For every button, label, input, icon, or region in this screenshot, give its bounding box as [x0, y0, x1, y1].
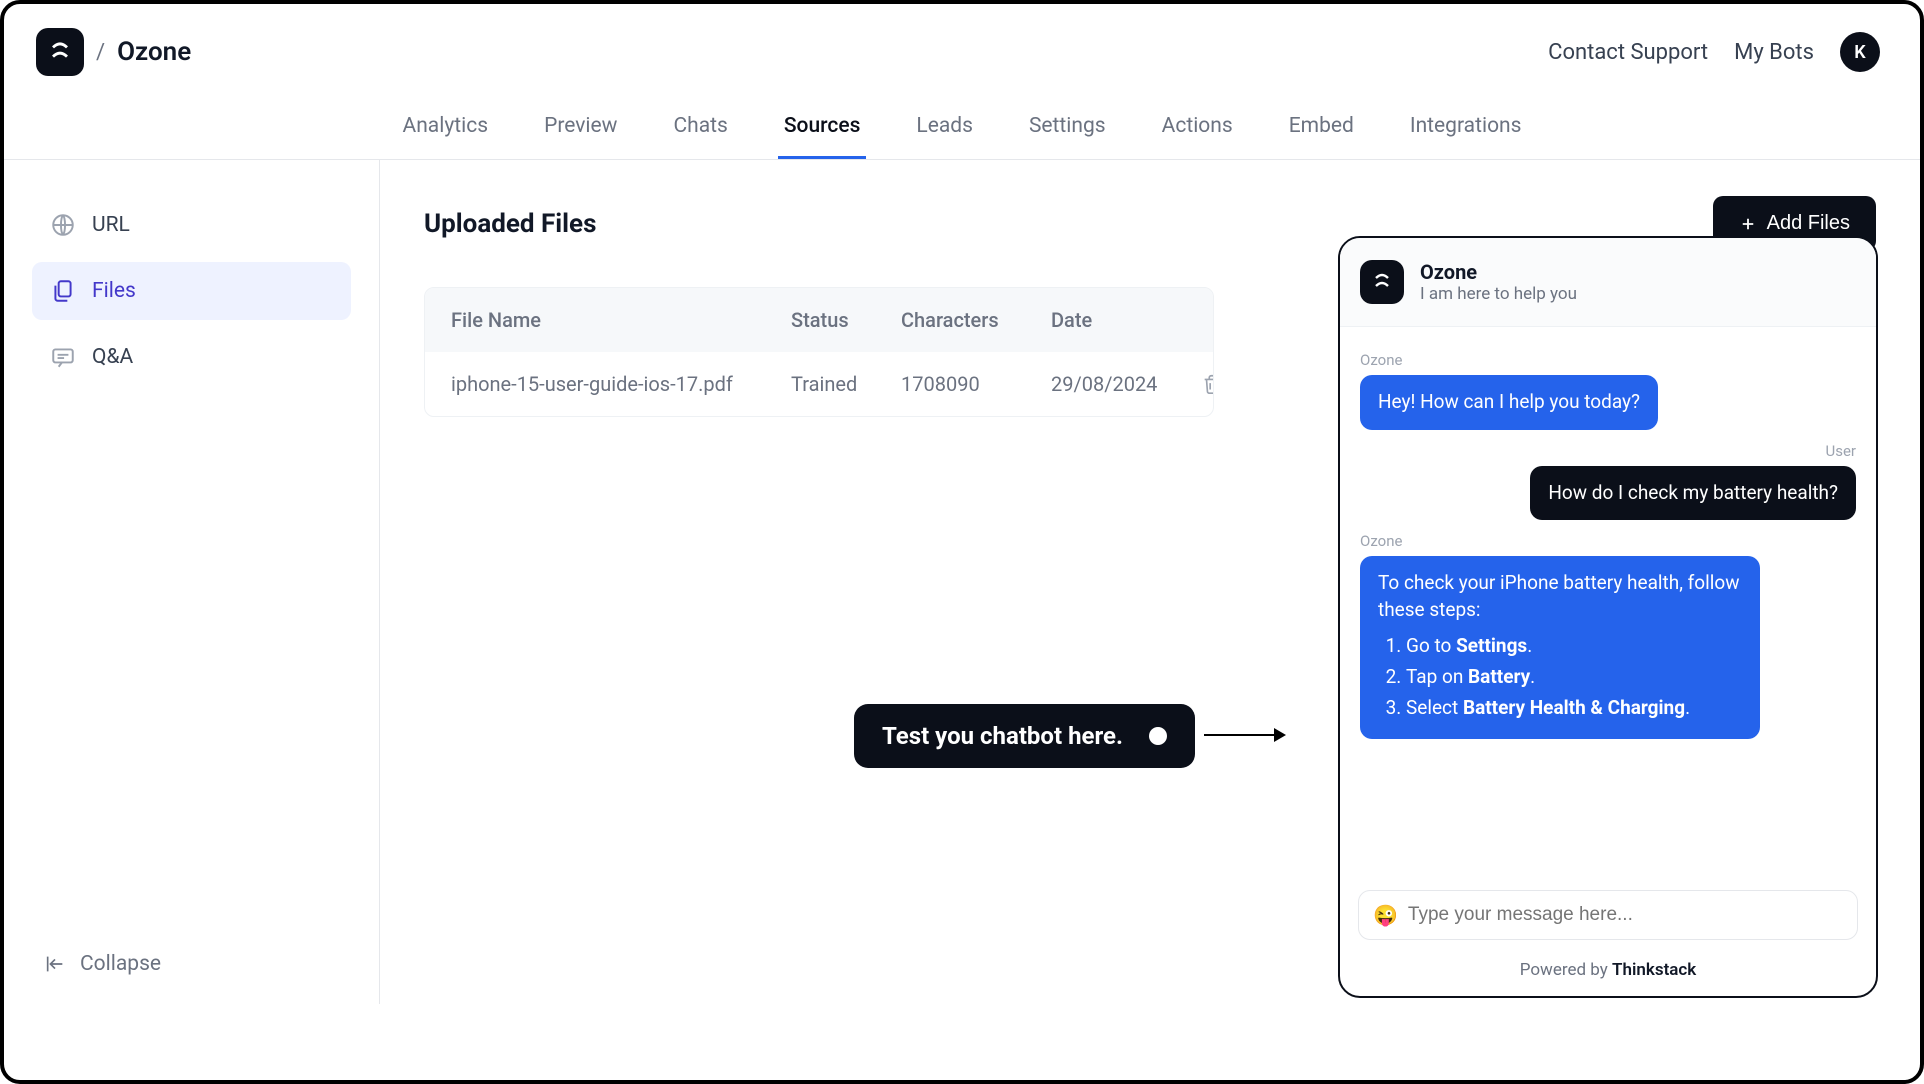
- col-characters: Characters: [901, 308, 1051, 332]
- table-header: File Name Status Characters Date: [425, 288, 1213, 352]
- tutorial-callout: Test you chatbot here.: [854, 704, 1195, 768]
- chat-logo: [1360, 260, 1404, 304]
- cell-date: 29/08/2024: [1051, 372, 1201, 396]
- chat-logo-icon: [1370, 270, 1394, 294]
- chat-bot-name: Ozone: [1420, 260, 1577, 284]
- powered-by: Powered by Thinkstack: [1340, 950, 1876, 996]
- table-row: iphone-15-user-guide-ios-17.pdf Trained …: [425, 352, 1213, 416]
- col-file-name: File Name: [451, 308, 791, 332]
- tab-actions[interactable]: Actions: [1156, 96, 1239, 159]
- files-icon: [50, 278, 76, 304]
- collapse-button[interactable]: Collapse: [44, 952, 161, 976]
- bot-message-steps: Go to Settings. Tap on Battery. Select B…: [1378, 633, 1742, 721]
- sidebar: URL Files Q&A Collapse: [4, 160, 380, 1004]
- sidebar-item-qa[interactable]: Q&A: [32, 328, 351, 386]
- header-actions: Contact Support My Bots K: [1548, 32, 1880, 72]
- contact-support-link[interactable]: Contact Support: [1548, 40, 1708, 65]
- bot-message: To check your iPhone battery health, fol…: [1360, 556, 1760, 739]
- plus-icon: [1739, 215, 1757, 233]
- powered-brand[interactable]: Thinkstack: [1612, 960, 1696, 980]
- sidebar-item-label: Files: [92, 279, 136, 303]
- message-sender: User: [1360, 442, 1856, 460]
- tab-sources[interactable]: Sources: [778, 96, 867, 159]
- breadcrumb-title[interactable]: Ozone: [117, 37, 191, 67]
- chat-bot-subtitle: I am here to help you: [1420, 284, 1577, 304]
- brand-logo[interactable]: [36, 28, 84, 76]
- trash-icon: [1201, 373, 1214, 395]
- chat-input-container[interactable]: 😜: [1358, 890, 1858, 940]
- callout-text: Test you chatbot here.: [882, 722, 1123, 750]
- callout-arrow-icon: [1204, 734, 1284, 736]
- chat-body: Ozone Hey! How can I help you today? Use…: [1340, 327, 1876, 880]
- list-item: Tap on Battery.: [1406, 664, 1742, 691]
- tab-integrations[interactable]: Integrations: [1404, 96, 1528, 159]
- tab-leads[interactable]: Leads: [910, 96, 979, 159]
- files-table: File Name Status Characters Date iphone-…: [424, 287, 1214, 417]
- topbar: / Ozone Contact Support My Bots K: [4, 4, 1920, 88]
- col-status: Status: [791, 308, 901, 332]
- page-title: Uploaded Files: [424, 209, 596, 239]
- list-item: Select Battery Health & Charging.: [1406, 695, 1742, 722]
- list-item: Go to Settings.: [1406, 633, 1742, 660]
- chat-icon: [50, 344, 76, 370]
- callout-dot-icon: [1149, 727, 1167, 745]
- delete-row-button[interactable]: [1201, 373, 1214, 395]
- breadcrumb: / Ozone: [36, 28, 191, 76]
- tab-embed[interactable]: Embed: [1283, 96, 1360, 159]
- user-message: How do I check my battery health?: [1530, 466, 1856, 521]
- avatar[interactable]: K: [1840, 32, 1880, 72]
- cell-status: Trained: [791, 372, 901, 396]
- tab-settings[interactable]: Settings: [1023, 96, 1112, 159]
- emoji-icon[interactable]: 😜: [1373, 903, 1398, 927]
- collapse-icon: [44, 953, 66, 975]
- chat-message-input[interactable]: [1408, 904, 1843, 926]
- message-sender: Ozone: [1360, 351, 1856, 369]
- app-frame: / Ozone Contact Support My Bots K Analyt…: [0, 0, 1924, 1084]
- sidebar-item-label: URL: [92, 213, 130, 237]
- tab-analytics[interactable]: Analytics: [397, 96, 495, 159]
- add-files-label: Add Files: [1767, 212, 1850, 235]
- brand-logo-icon: [46, 38, 74, 66]
- nav-tabs: Analytics Preview Chats Sources Leads Se…: [4, 88, 1920, 160]
- breadcrumb-sep: /: [96, 40, 105, 65]
- bot-message: Hey! How can I help you today?: [1360, 375, 1658, 430]
- avatar-initial: K: [1854, 42, 1865, 63]
- message-sender: Ozone: [1360, 532, 1856, 550]
- collapse-label: Collapse: [80, 952, 161, 976]
- tab-preview[interactable]: Preview: [538, 96, 623, 159]
- chat-header: Ozone I am here to help you: [1340, 238, 1876, 327]
- sidebar-item-url[interactable]: URL: [32, 196, 351, 254]
- cell-characters: 1708090: [901, 372, 1051, 396]
- globe-icon: [50, 212, 76, 238]
- sidebar-item-label: Q&A: [92, 345, 133, 369]
- bot-message-intro: To check your iPhone battery health, fol…: [1378, 570, 1742, 623]
- chatbot-preview-panel: Ozone I am here to help you Ozone Hey! H…: [1338, 236, 1878, 998]
- col-date: Date: [1051, 308, 1201, 332]
- my-bots-link[interactable]: My Bots: [1734, 40, 1814, 65]
- tab-chats[interactable]: Chats: [667, 96, 733, 159]
- sidebar-item-files[interactable]: Files: [32, 262, 351, 320]
- cell-file-name: iphone-15-user-guide-ios-17.pdf: [451, 372, 791, 396]
